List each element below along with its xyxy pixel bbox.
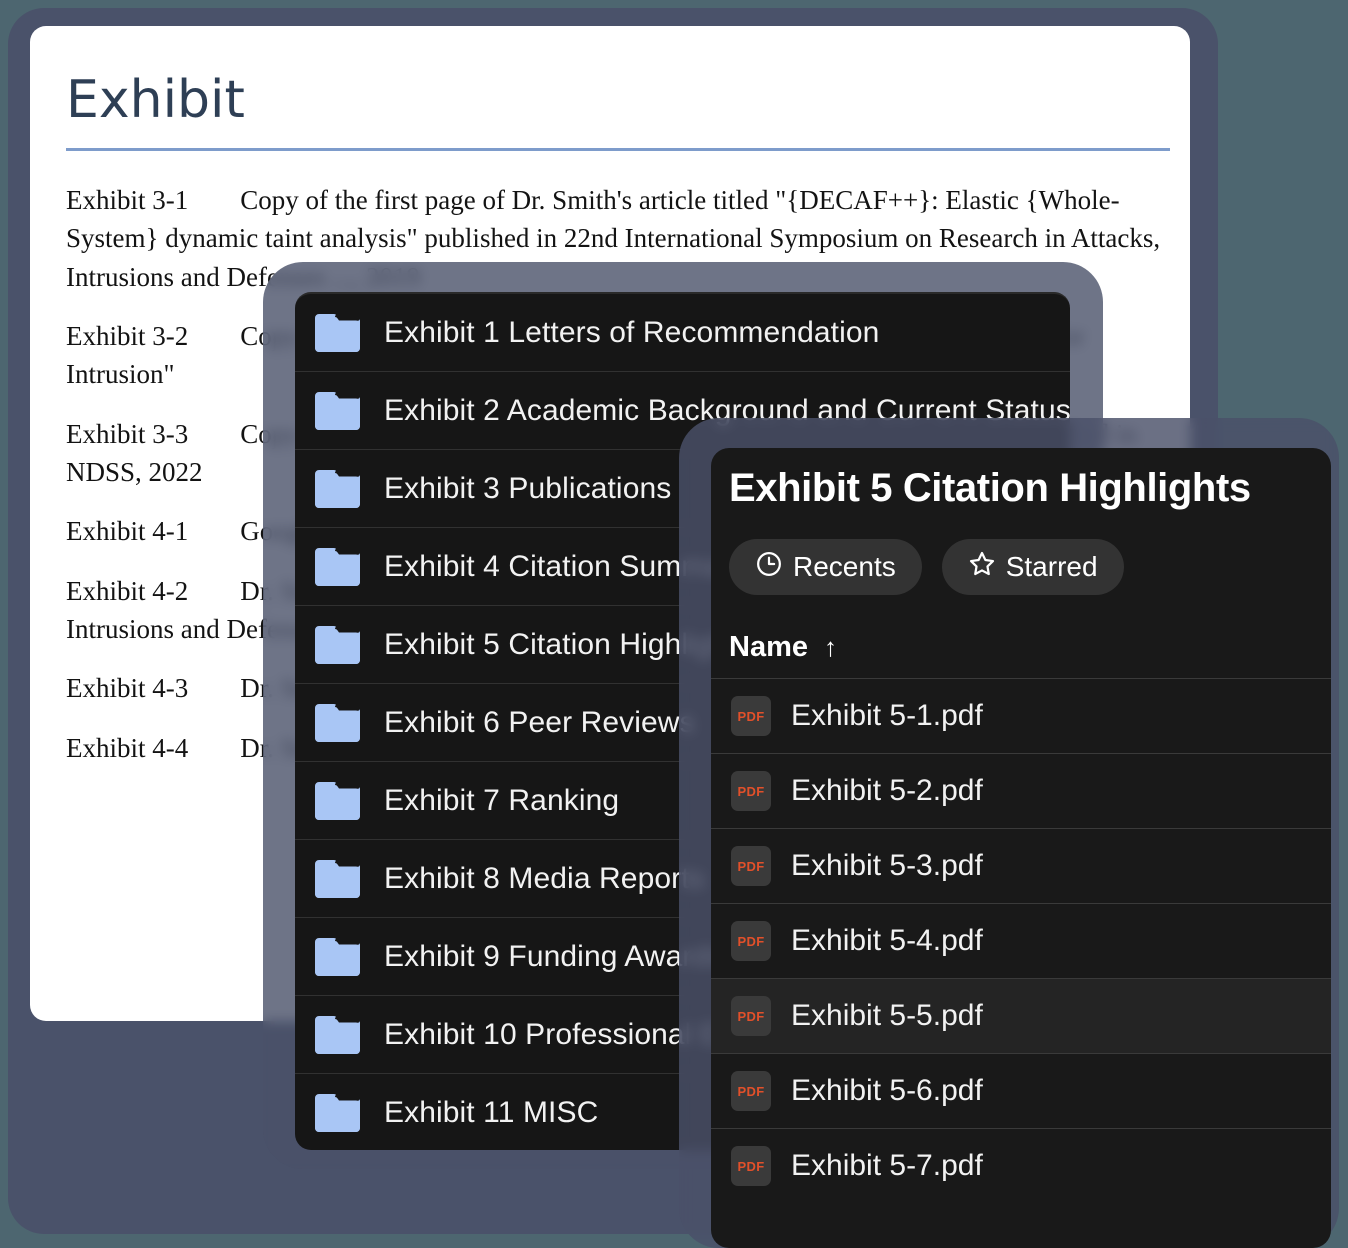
- file-item-name: Exhibit 5-4.pdf: [791, 924, 983, 957]
- files-list-panel: Exhibit 5 Citation Highlights Recents Sta…: [711, 448, 1331, 1248]
- file-item-name: Exhibit 5-6.pdf: [791, 1074, 983, 1107]
- filter-pill-recents[interactable]: Recents: [729, 539, 922, 595]
- file-list-item[interactable]: PDF Exhibit 5-6.pdf: [711, 1053, 1331, 1128]
- pdf-icon: PDF: [731, 696, 771, 736]
- file-list-item[interactable]: PDF Exhibit 5-5.pdf: [711, 978, 1331, 1053]
- files-rows-container: PDF Exhibit 5-1.pdf PDF Exhibit 5-2.pdf PDF E…: [711, 678, 1331, 1203]
- sort-ascending-icon[interactable]: ↑: [824, 632, 837, 663]
- pdf-icon: PDF: [731, 1146, 771, 1186]
- file-item-name: Exhibit 5-2.pdf: [791, 774, 983, 807]
- folder-icon: [313, 859, 362, 898]
- pdf-icon: PDF: [731, 771, 771, 811]
- pdf-icon: PDF: [731, 996, 771, 1036]
- star-icon: [968, 550, 996, 585]
- file-item-name: Exhibit 5-5.pdf: [791, 999, 983, 1032]
- clock-icon: [755, 550, 783, 585]
- file-list-item[interactable]: PDF Exhibit 5-4.pdf: [711, 903, 1331, 978]
- files-window-title: Exhibit 5 Citation Highlights: [729, 466, 1251, 510]
- folder-icon: [313, 547, 362, 586]
- folder-icon: [313, 1094, 362, 1132]
- folder-icon: [313, 313, 362, 352]
- folder-icon: [313, 469, 362, 508]
- file-item-name: Exhibit 5-7.pdf: [791, 1149, 983, 1182]
- folder-item-label: Exhibit 3 Publications: [384, 471, 672, 505]
- filter-pill-group: Recents Starred: [729, 539, 1331, 595]
- folder-list-item[interactable]: Exhibit 1 Letters of Recommendation: [295, 294, 1070, 372]
- folder-icon: [313, 1015, 362, 1054]
- folder-item-label: Exhibit 7 Ranking: [384, 783, 620, 817]
- file-list-item[interactable]: PDF Exhibit 5-1.pdf: [711, 678, 1331, 753]
- folder-item-label: Exhibit 11 MISC: [384, 1096, 599, 1129]
- page-title: Exhibit: [66, 70, 245, 130]
- folder-item-label: Exhibit 6 Peer Reviews: [384, 705, 695, 739]
- folder-icon: [313, 937, 362, 976]
- folder-icon: [313, 781, 362, 820]
- file-list-item[interactable]: PDF Exhibit 5-7.pdf: [711, 1128, 1331, 1203]
- screenshot-stage: Exhibit Exhibit 3-1 Copy of the first pag…: [0, 0, 1348, 1248]
- folder-icon: [313, 391, 362, 430]
- column-header-label: Name: [729, 631, 808, 663]
- pdf-icon: PDF: [731, 846, 771, 886]
- file-item-name: Exhibit 5-1.pdf: [791, 699, 983, 732]
- pdf-icon: PDF: [731, 1071, 771, 1111]
- filter-pill-label: Starred: [1005, 551, 1098, 582]
- pdf-icon: PDF: [731, 921, 771, 961]
- filter-pill-label: Recents: [793, 551, 896, 582]
- filter-pill-starred[interactable]: Starred: [941, 539, 1124, 595]
- title-rule-divider: [66, 148, 1170, 151]
- folder-icon: [313, 625, 362, 664]
- folder-item-label: Exhibit 9 Funding Awards: [384, 939, 725, 973]
- file-list-item[interactable]: PDF Exhibit 5-3.pdf: [711, 828, 1331, 903]
- file-list-item[interactable]: PDF Exhibit 5-2.pdf: [711, 753, 1331, 828]
- column-header-name[interactable]: Name ↑: [729, 631, 1331, 664]
- file-item-name: Exhibit 5-3.pdf: [791, 849, 983, 882]
- folder-item-label: Exhibit 8 Media Reports: [384, 861, 705, 895]
- folder-item-label: Exhibit 1 Letters of Recommendation: [384, 315, 880, 349]
- folder-icon: [313, 703, 362, 742]
